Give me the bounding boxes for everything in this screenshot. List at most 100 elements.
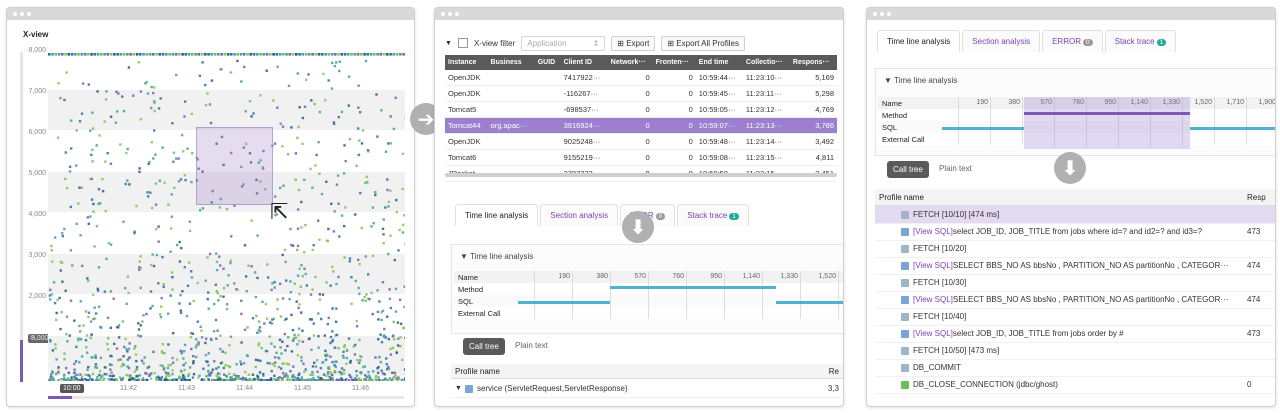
timeline-column-label: 1,330 (762, 271, 800, 283)
profile-row[interactable]: ▼ service (ServletRequest,ServletRespons… (451, 380, 843, 398)
plain-text-button[interactable]: Plain text (939, 164, 972, 173)
timeline-panel-title[interactable]: ▼ Time line analysis (460, 252, 533, 261)
filter-checkbox[interactable] (457, 38, 468, 48)
profile-row-value: 473 (1247, 329, 1261, 338)
table-row[interactable]: OpenJDK 9025248··· 0 0 10:59:48··· 11:23:14··… (445, 133, 837, 150)
table-row[interactable]: Tomcat44 org.apac··· 3916924··· 0 0 10:59:07·… (445, 117, 837, 134)
profile-row[interactable]: [View SQL] select JOB_ID, JOB_TITLE from… (875, 325, 1275, 343)
scatter-point (330, 202, 333, 205)
table-horizontal-scrollbar[interactable] (445, 173, 837, 177)
scatter-point (97, 266, 101, 269)
view-sql-link[interactable]: [View SQL] (913, 261, 953, 270)
scatter-point (276, 65, 279, 68)
scatter-point (301, 53, 305, 56)
column-header[interactable]: Instance (445, 55, 488, 70)
scatter-point (259, 53, 262, 56)
scatter-point (382, 242, 385, 245)
timeline-panel-title[interactable]: ▼ Time line analysis (884, 76, 957, 85)
timeline-column-label: 190 (534, 271, 572, 283)
timeline-row-label: Method (882, 111, 908, 120)
export-all-profiles-button[interactable]: ⊞ Export All Profiles (661, 35, 745, 51)
column-header[interactable]: Business (487, 55, 535, 70)
scatter-point (210, 79, 214, 82)
column-header[interactable]: Network··· (607, 55, 653, 70)
table-row[interactable]: Tomcat6 9155219··· 0 0 10:59:08··· 11:23:15··… (445, 149, 837, 166)
sql-icon (901, 295, 909, 304)
scatter-point (96, 53, 100, 56)
view-sql-link[interactable]: [View SQL] (913, 329, 953, 338)
call-tree-button[interactable]: Call tree (887, 161, 929, 178)
scatter-point (126, 350, 129, 353)
profile-row[interactable]: FETCH [10/50] [473 ms] (875, 342, 1275, 360)
profile-row[interactable]: [View SQL] SELECT BBS_NO AS bbsNo , PART… (875, 257, 1275, 275)
scatter-point (168, 53, 171, 56)
tab-timeline-analysis[interactable]: Time line analysis (455, 204, 539, 226)
tab-timeline-analysis[interactable]: Time line analysis (877, 30, 961, 52)
plain-text-button[interactable]: Plain text (515, 341, 548, 350)
x-tick-label: 11:44 (236, 385, 253, 392)
scatter-point (226, 303, 229, 306)
profile-row[interactable]: [View SQL] select JOB_ID, JOB_TITLE from… (875, 223, 1275, 241)
profile-row[interactable]: FETCH [10/30] (875, 274, 1275, 292)
scatter-point (218, 372, 221, 376)
column-header[interactable]: Respons··· (789, 55, 837, 70)
tab-error[interactable]: ERROR 0 (1042, 30, 1103, 52)
profile-row[interactable]: DB_CLOSE_CONNECTION (jdbc/ghost) 0 (875, 376, 1275, 394)
scatter-point (370, 225, 373, 228)
scatter-point (77, 53, 80, 56)
scatter-point (220, 68, 223, 71)
view-sql-link[interactable]: [View SQL] (913, 295, 953, 304)
scatter-point (246, 326, 249, 329)
timeline-row-label: Name (458, 273, 479, 282)
application-select[interactable]: Application ⇕ (521, 35, 606, 51)
expand-arrow-icon[interactable]: ▼ (455, 385, 462, 392)
scatter-point (286, 378, 289, 381)
timeline-cell (838, 283, 843, 295)
scatter-point (99, 376, 103, 379)
horizontal-scrollbar[interactable] (48, 396, 404, 399)
scatter-point (80, 112, 84, 115)
profile-row[interactable]: DB_COMMIT (875, 359, 1275, 377)
tab-stack-trace[interactable]: Stack trace 1 (1104, 30, 1177, 52)
horizontal-scrollbar-thumb[interactable] (48, 396, 72, 399)
column-header[interactable]: Fronten··· (652, 55, 696, 70)
scatter-point (106, 348, 110, 351)
tab-section-analysis[interactable]: Section analysis (540, 204, 619, 226)
scatter-point (291, 328, 295, 332)
scatter-point (397, 249, 400, 252)
call-tree-button[interactable]: Call tree (463, 338, 505, 355)
scatter-point (270, 288, 273, 292)
column-header[interactable]: Client ID (560, 55, 608, 70)
drag-selection-box[interactable] (196, 127, 273, 205)
scatter-point (340, 378, 343, 381)
export-button[interactable]: ⊞ Export (611, 35, 656, 51)
scatter-point (93, 306, 96, 309)
scatter-point (115, 378, 118, 381)
profile-row[interactable]: FETCH [10/40] (875, 308, 1275, 326)
profile-row[interactable]: [View SQL] SELECT BBS_NO AS bbsNo , PART… (875, 291, 1275, 309)
table-row[interactable]: OpenJDK 7417922··· 0 0 10:59:44··· 11:23:10··… (445, 70, 837, 86)
profile-row[interactable]: FETCH [10/10] [474 ms] (875, 206, 1275, 224)
column-header[interactable]: End time (695, 55, 743, 70)
scatter-point (112, 374, 115, 378)
time-range-badge[interactable]: 10:00 (60, 384, 84, 393)
column-header[interactable]: GUID (534, 55, 561, 70)
scatter-point (191, 152, 194, 155)
xview-scatter-plot[interactable] (48, 49, 405, 381)
table-cell: 9025248··· (560, 133, 608, 150)
tab-section-analysis[interactable]: Section analysis (962, 30, 1041, 52)
fetch-icon (901, 312, 909, 321)
table-cell: 4,811 (789, 149, 837, 166)
scatter-point (285, 53, 288, 56)
scatter-point (321, 53, 324, 56)
profile-row[interactable]: FETCH [10/20] (875, 240, 1275, 258)
scatter-point (342, 350, 345, 353)
table-row[interactable]: Tomcat5 -698537··· 0 0 10:59:05··· 11:23:12··… (445, 101, 837, 118)
table-row[interactable]: OpenJDK -116267··· 0 0 10:59:45··· 11:23:11··… (445, 85, 837, 102)
column-header[interactable]: Collectio··· (742, 55, 790, 70)
scatter-point (174, 378, 178, 381)
view-sql-link[interactable]: [View SQL] (913, 227, 953, 236)
filter-dropdown-arrow-icon[interactable]: ▼ (445, 40, 452, 47)
table-cell: 0 (652, 133, 696, 150)
tab-stack-trace[interactable]: Stack trace 1 (677, 204, 749, 226)
